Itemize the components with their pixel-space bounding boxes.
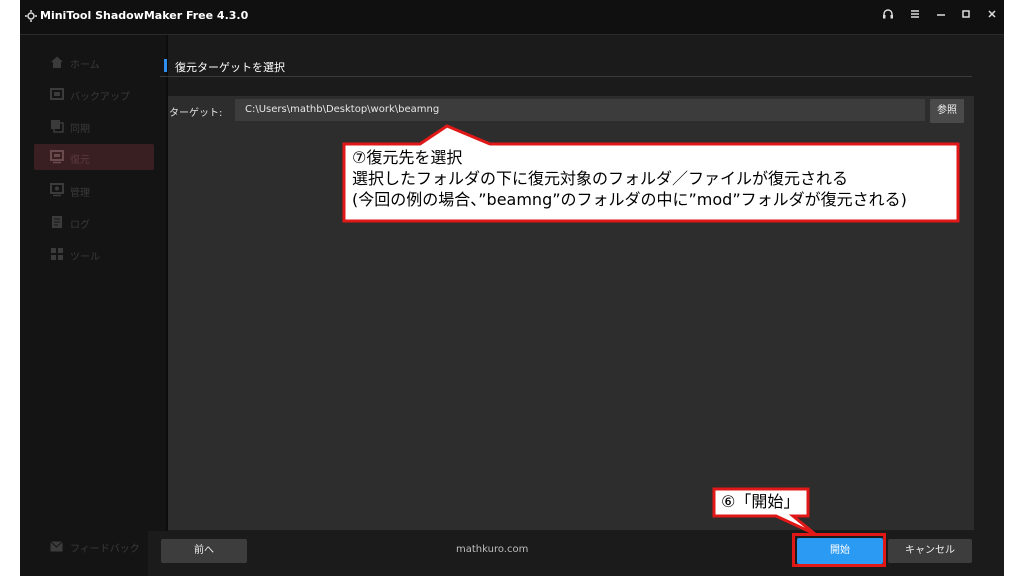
sidebar-item-log[interactable]: ログ (34, 209, 154, 235)
sidebar-item-sync[interactable]: 同期 (34, 113, 154, 139)
sidebar-item-tools[interactable]: ツール (34, 241, 154, 267)
backup-icon (50, 88, 64, 100)
maximize-icon[interactable] (958, 8, 974, 24)
sidebar-item-backup[interactable]: バックアップ (34, 81, 154, 107)
sidebar-item-manage[interactable]: 管理 (34, 177, 154, 203)
section-accent (164, 59, 167, 72)
sidebar-item-home[interactable]: ホーム (34, 49, 154, 75)
sidebar-item-label: 復元 (70, 155, 90, 166)
sidebar-item-restore[interactable]: 復元 (34, 144, 154, 170)
sidebar-item-label: 同期 (70, 124, 90, 135)
tools-icon (51, 248, 63, 260)
menu-icon[interactable] (907, 8, 923, 24)
section-header: 復元ターゲットを選択 (160, 56, 972, 77)
headset-icon[interactable] (880, 8, 896, 24)
callout-target-line2: 選択したフォルダの下に復元対象のフォルダ／ファイルが復元される (352, 169, 849, 188)
browse-button[interactable]: 参照 (930, 99, 964, 123)
sidebar-item-label: ホーム (70, 60, 100, 71)
sidebar-item-label: 管理 (70, 188, 90, 199)
log-icon (52, 216, 62, 228)
sidebar: ホーム バックアップ 同期 復元 管理 ログ ツール フィードバック (20, 35, 166, 576)
callout-start: ⑥「開始」 (721, 492, 800, 511)
callout-target-line1: ⑦復元先を選択 (352, 148, 463, 167)
sync-icon (51, 120, 64, 133)
home-icon (51, 56, 63, 68)
start-highlight (792, 533, 886, 567)
section-title: 復元ターゲットを選択 (175, 61, 285, 74)
restore-icon (50, 150, 64, 164)
target-path-input[interactable]: C:\Users\mathb\Desktop\work\beamng (235, 99, 925, 121)
target-label: ターゲット: (169, 108, 223, 119)
manage-icon (50, 183, 64, 197)
title-bar: MiniTool ShadowMaker Free 4.3.0 (20, 0, 1004, 35)
feedback-label: フィードバック (70, 544, 140, 555)
prev-button[interactable]: 前へ (161, 539, 247, 563)
callout-target: ⑦復元先を選択 選択したフォルダの下に復元対象のフォルダ／ファイルが復元される … (352, 147, 907, 210)
callout-target-line3: (今回の例の場合、”beamng”のフォルダの中に”mod”フォルダが復元される… (352, 190, 907, 209)
sidebar-item-label: ログ (70, 220, 90, 231)
sidebar-item-label: バックアップ (70, 92, 130, 103)
sidebar-item-label: ツール (70, 252, 100, 263)
site-watermark: mathkuro.com (456, 544, 529, 555)
minimize-icon[interactable] (933, 8, 949, 24)
cancel-button[interactable]: キャンセル (888, 539, 972, 563)
window-title: MiniTool ShadowMaker Free 4.3.0 (40, 9, 249, 22)
feedback-button[interactable]: フィードバック (50, 539, 160, 555)
app-logo-icon (25, 10, 37, 22)
mail-icon (50, 541, 63, 552)
close-icon[interactable] (984, 8, 1000, 24)
